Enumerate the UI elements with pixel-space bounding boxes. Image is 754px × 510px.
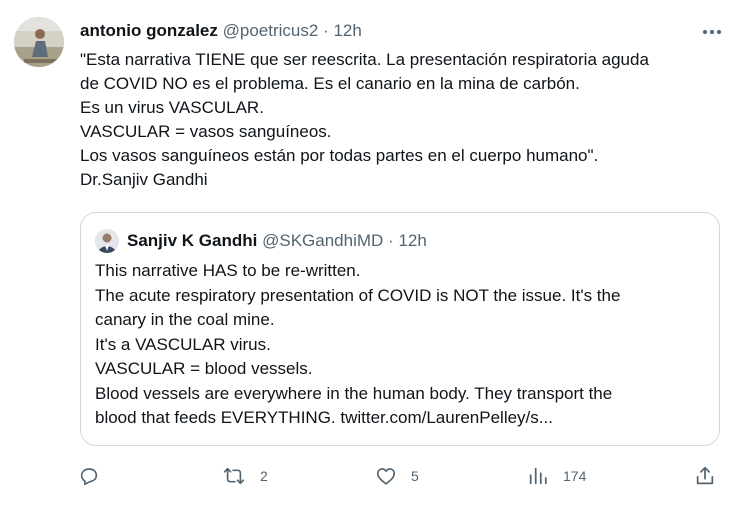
tweet-text-line: de COVID NO es el problema. Es el canari…	[80, 74, 580, 93]
share-icon	[696, 466, 714, 485]
quoted-text-line: It's a VASCULAR virus.	[95, 334, 271, 354]
retweet-button[interactable]: 2	[222, 458, 268, 494]
quoted-text-line: canary in the coal mine.	[95, 310, 275, 329]
share-button[interactable]	[694, 458, 716, 494]
quoted-timestamp[interactable]: 12h	[398, 231, 426, 250]
quoted-text-line: The acute respiratory presentation of CO…	[95, 285, 621, 305]
quoted-tweet[interactable]: Sanjiv K Gandhi @SKGandhiMD · 12h This n…	[80, 212, 720, 446]
quoted-author-name[interactable]: Sanjiv K Gandhi	[127, 231, 257, 250]
quoted-header: Sanjiv K Gandhi @SKGandhiMD · 12h	[127, 230, 427, 252]
retweet-count: 2	[260, 468, 268, 484]
quoted-avatar[interactable]	[95, 229, 119, 253]
quoted-text-line: Blood vessels are everywhere in the huma…	[95, 383, 613, 403]
quoted-text-line[interactable]: blood that feeds EVERYTHING. twitter.com…	[95, 406, 710, 431]
quoted-author-handle[interactable]: @SKGandhiMD	[262, 231, 383, 250]
quoted-text: This narrative HAS to be re-written. The…	[95, 259, 710, 431]
like-button[interactable]: 5	[375, 458, 419, 494]
author-handle[interactable]: @poetricus2	[223, 21, 319, 40]
heart-icon	[376, 468, 396, 485]
views-icon	[529, 467, 547, 485]
views-button[interactable]: 174	[527, 458, 586, 494]
tweet-text-line: Es un virus VASCULAR.	[80, 98, 264, 117]
reply-icon	[80, 468, 98, 486]
more-button[interactable]	[698, 22, 726, 42]
action-bar: 2 5 174	[0, 458, 754, 494]
avatar[interactable]	[14, 17, 64, 67]
author-name[interactable]: antonio gonzalez	[80, 21, 218, 40]
retweet-icon	[223, 467, 245, 485]
reply-button[interactable]	[78, 458, 114, 494]
tweet-text-line: "Esta narrativa TIENE que ser reescrita.…	[80, 50, 649, 69]
more-icon	[703, 30, 721, 34]
tweet-text-line: Dr.Sanjiv Gandhi	[80, 170, 208, 189]
timestamp[interactable]: 12h	[333, 21, 361, 40]
quoted-separator: ·	[388, 231, 394, 250]
tweet-text: "Esta narrativa TIENE que ser reescrita.…	[80, 48, 730, 192]
tweet[interactable]: antonio gonzalez @poetricus2 · 12h "Esta…	[0, 0, 754, 510]
quoted-text-line: VASCULAR = blood vessels.	[95, 359, 313, 378]
views-count: 174	[563, 468, 587, 484]
tweet-text-line: VASCULAR = vasos sanguíneos.	[80, 122, 332, 141]
like-count: 5	[411, 468, 419, 484]
header-separator: ·	[323, 21, 329, 40]
tweet-text-line: Los vasos sanguíneos están por todas par…	[80, 146, 599, 165]
quoted-text-line: This narrative HAS to be re-written.	[95, 261, 361, 280]
tweet-header: antonio gonzalez @poetricus2 · 12h	[80, 20, 362, 42]
